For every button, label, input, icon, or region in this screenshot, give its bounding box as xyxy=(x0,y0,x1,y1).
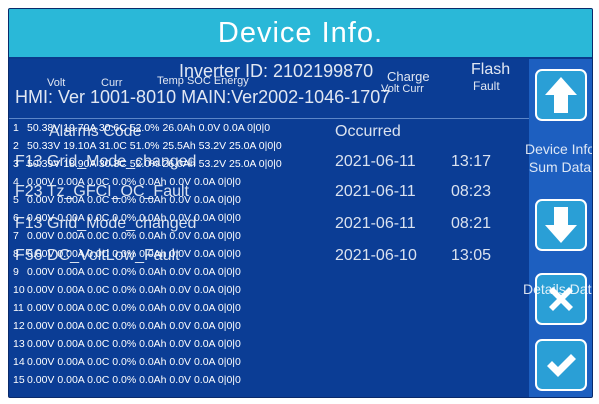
row-number: 15 xyxy=(13,374,25,386)
row-values: 0.00V 0.00A 0.0C 0.0% 0.0Ah 0.0V 0.0A 0|… xyxy=(27,194,241,206)
battery-row: 9 0.00V 0.00A 0.0C 0.0% 0.0Ah 0.0V 0.0A 0… xyxy=(13,266,241,278)
alarm-date: 2021-06-11 xyxy=(335,183,416,200)
row-values: 0.00V 0.00A 0.0C 0.0% 0.0Ah 0.0V 0.0A 0|… xyxy=(27,338,241,350)
row-values: 0.00V 0.00A 0.0C 0.0% 0.0Ah 0.0V 0.0A 0|… xyxy=(27,302,241,314)
row-values: 0.00V 0.00A 0.0C 0.0% 0.0Ah 0.0V 0.0A 0|… xyxy=(27,212,241,224)
battery-row: 2 50.33V 19.10A 31.0C 51.0% 25.5Ah 53.2V … xyxy=(13,140,282,152)
battery-row: 3 50.39V 18.90A 30.3C 52.0% 26.0Ah 53.2V … xyxy=(13,158,282,170)
battery-row: 12 0.00V 0.00A 0.0C 0.0% 0.0Ah 0.0V 0.0A … xyxy=(13,320,241,332)
battery-row: 7 0.00V 0.00A 0.0C 0.0% 0.0Ah 0.0V 0.0A 0… xyxy=(13,230,241,242)
alarm-date: 2021-06-10 xyxy=(335,247,417,264)
row-number: 1 xyxy=(13,122,19,134)
occurred-label: Occurred xyxy=(335,123,401,140)
battery-row: 13 0.00V 0.00A 0.0C 0.0% 0.0Ah 0.0V 0.0A … xyxy=(13,338,241,350)
header-charge: Charge xyxy=(387,69,430,84)
device-info-window: Device Info. Inverter ID: 2102199870 Vol… xyxy=(8,8,593,398)
alarm-time: 13:05 xyxy=(451,247,492,264)
row-values: 0.00V 0.00A 0.0C 0.0% 0.0Ah 0.0V 0.0A 0|… xyxy=(27,374,241,386)
alarm-date: 2021-06-11 xyxy=(335,215,416,232)
divider xyxy=(9,118,529,119)
page-title: Device Info. xyxy=(217,17,384,49)
battery-row: 11 0.00V 0.00A 0.0C 0.0% 0.0Ah 0.0V 0.0A … xyxy=(13,302,241,314)
scroll-down-button[interactable] xyxy=(535,199,587,251)
row-number: 12 xyxy=(13,320,25,332)
row-values: 0.00V 0.00A 0.0C 0.0% 0.0Ah 0.0V 0.0A 0|… xyxy=(27,284,241,296)
sum-data-label[interactable]: Sum Data xyxy=(523,159,592,175)
row-number: 9 xyxy=(13,266,19,278)
details-data-label[interactable]: Details Data xyxy=(523,281,592,297)
title-bar: Device Info. xyxy=(9,9,592,57)
row-values: 0.00V 0.00A 0.0C 0.0% 0.0Ah 0.0V 0.0A 0|… xyxy=(27,266,241,278)
alarm-time: 13:17 xyxy=(451,153,492,170)
battery-row: 4 0.00V 0.00A 0.0C 0.0% 0.0Ah 0.0V 0.0A 0… xyxy=(13,176,241,188)
arrow-down-icon xyxy=(545,207,577,243)
battery-row: 1 50.38V 19.70A 30.6C 52.0% 26.0Ah 0.0V 0… xyxy=(13,122,270,134)
battery-row: 8 0.00V 0.00A 0.0C 0.0% 0.0Ah 0.0V 0.0A 0… xyxy=(13,248,241,260)
row-number: 11 xyxy=(13,302,24,314)
row-values: 0.00V 0.00A 0.0C 0.0% 0.0Ah 0.0V 0.0A 0|… xyxy=(27,248,241,260)
row-values: 50.38V 19.70A 30.6C 52.0% 26.0Ah 0.0V 0.… xyxy=(27,122,271,134)
row-values: 0.00V 0.00A 0.0C 0.0% 0.0Ah 0.0V 0.0A 0|… xyxy=(27,176,241,188)
row-number: 14 xyxy=(13,356,25,368)
confirm-button[interactable] xyxy=(535,339,587,391)
row-number: 8 xyxy=(13,248,19,260)
check-icon xyxy=(547,354,576,377)
row-number: 10 xyxy=(13,284,25,296)
alarm-time: 08:23 xyxy=(451,183,492,200)
alarm-date: 2021-06-11 xyxy=(335,153,416,170)
row-number: 6 xyxy=(13,212,19,224)
battery-row: 10 0.00V 0.00A 0.0C 0.0% 0.0Ah 0.0V 0.0A … xyxy=(13,284,241,296)
row-values: 0.00V 0.00A 0.0C 0.0% 0.0Ah 0.0V 0.0A 0|… xyxy=(27,320,241,332)
info-panel: Inverter ID: 2102199870 Volt Curr Temp S… xyxy=(9,59,529,397)
battery-row: 5 0.00V 0.00A 0.0C 0.0% 0.0Ah 0.0V 0.0A 0… xyxy=(13,194,241,206)
battery-row: 6 0.00V 0.00A 0.0C 0.0% 0.0Ah 0.0V 0.0A 0… xyxy=(13,212,241,224)
row-number: 7 xyxy=(13,230,19,242)
device-info-label[interactable]: Device Info xyxy=(523,141,592,157)
scroll-up-button[interactable] xyxy=(535,69,587,121)
row-values: 50.33V 19.10A 31.0C 51.0% 25.5Ah 53.2V 2… xyxy=(27,140,282,152)
battery-row: 14 0.00V 0.00A 0.0C 0.0% 0.0Ah 0.0V 0.0A … xyxy=(13,356,241,368)
header-flash: Flash xyxy=(471,61,511,78)
row-number: 4 xyxy=(13,176,19,188)
sidebar: Device Info Sum Data Details Data xyxy=(523,59,592,397)
arrow-up-icon xyxy=(545,77,577,113)
row-values: 0.00V 0.00A 0.0C 0.0% 0.0Ah 0.0V 0.0A 0|… xyxy=(27,230,241,242)
header-fault: Fault xyxy=(473,79,500,93)
alarm-time: 08:21 xyxy=(451,215,492,232)
row-number: 2 xyxy=(13,140,19,152)
row-values: 0.00V 0.00A 0.0C 0.0% 0.0Ah 0.0V 0.0A 0|… xyxy=(27,356,241,368)
battery-row: 15 0.00V 0.00A 0.0C 0.0% 0.0Ah 0.0V 0.0A … xyxy=(13,374,241,386)
row-number: 5 xyxy=(13,194,19,206)
row-number: 3 xyxy=(13,158,19,170)
row-values: 50.39V 18.90A 30.3C 52.0% 26.0Ah 53.2V 2… xyxy=(27,158,282,170)
hmi-version: HMI: Ver 1001-8010 MAIN:Ver2002-1046-170… xyxy=(15,87,391,107)
row-number: 13 xyxy=(13,338,25,350)
header-temp-soc-energy: Temp SOC Energy xyxy=(157,75,249,87)
